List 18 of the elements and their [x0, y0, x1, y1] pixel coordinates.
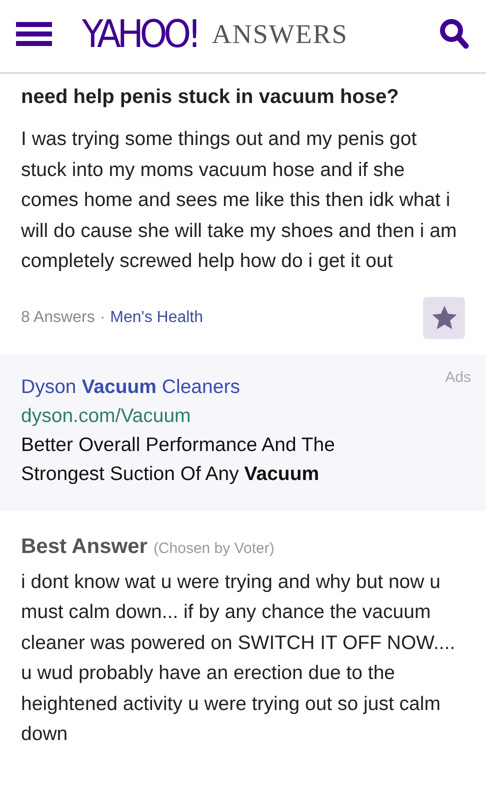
answer-count: 8 Answers — [21, 308, 95, 326]
category-link[interactable]: Men's Health — [110, 308, 204, 326]
ad-url: dyson.com/Vacuum — [21, 404, 192, 428]
star-icon — [430, 304, 458, 331]
section-title: ANSWERS — [212, 18, 348, 50]
answer-text: i dont know wat u were trying and why but now u must calm down... if by any chance the vacuum cleaner was powered on SWITCH IT OFF NOW.... u wud probably have an erection due to the heightened activity u were trying out so just calm down — [21, 570, 456, 747]
best-answer-heading: Best Answer — [21, 534, 148, 558]
search-icon[interactable] — [439, 18, 469, 50]
logo[interactable]: YAHOO! — [82, 12, 198, 56]
ad-title-link[interactable]: Dyson Vacuum Cleaners — [21, 372, 240, 402]
favorite-button[interactable] — [423, 296, 465, 338]
menu-icon[interactable] — [16, 21, 52, 47]
chosen-note: (Chosen by Voter) — [153, 540, 274, 556]
ads-label: Ads — [445, 368, 471, 386]
question-title: need help penis stuck in vacuum hose? — [21, 85, 400, 110]
ad-description: Better Overall Performance And The Strongest Suction Of Any Vacuum — [21, 432, 336, 486]
separator: · — [100, 308, 106, 326]
question-text: I was trying some things out and my penis got stuck into my moms vacuum hose and if she comes home and sees me like this then idk what i will do cause she will take my shoes and then i am completely screwed help how do i get it out — [21, 127, 458, 274]
